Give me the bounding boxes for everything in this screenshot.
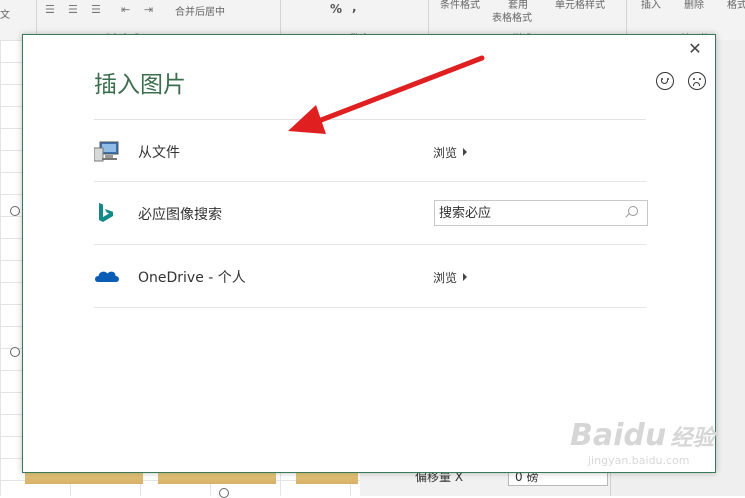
watermark-url: jingyan.baidu.com bbox=[588, 454, 690, 467]
computer-icon bbox=[94, 141, 119, 162]
row-label-onedrive: OneDrive - 个人 bbox=[138, 270, 246, 286]
row-bing-search: 必应图像搜索 bbox=[94, 181, 648, 244]
insert-button[interactable]: 插入 bbox=[641, 0, 661, 11]
format-button[interactable]: 格式 bbox=[727, 0, 745, 11]
chevron-right-icon bbox=[463, 148, 468, 156]
resize-handle[interactable] bbox=[10, 347, 20, 357]
row-onedrive[interactable]: OneDrive - 个人 浏览 bbox=[94, 244, 646, 308]
browse-label: 浏览 bbox=[433, 271, 458, 285]
search-icon[interactable] bbox=[628, 206, 638, 216]
align-right-icon[interactable]: ☰ bbox=[91, 3, 107, 16]
bing-search-box[interactable] bbox=[434, 200, 648, 226]
apply-table-format-line2[interactable]: 表格格式 bbox=[492, 9, 532, 24]
bing-icon bbox=[99, 203, 113, 222]
align-center-icon[interactable]: ☰ bbox=[68, 3, 84, 16]
watermark-sub: 经验 bbox=[670, 426, 715, 451]
merge-center-button[interactable]: 合并后居中 bbox=[175, 3, 225, 18]
row-from-file[interactable]: 从文件 浏览 bbox=[94, 119, 646, 182]
percent-button[interactable]: % bbox=[330, 2, 342, 16]
comma-button[interactable]: , bbox=[352, 0, 357, 14]
conditional-format-button[interactable]: 条件格式 bbox=[440, 0, 480, 11]
row-label-bing: 必应图像搜索 bbox=[138, 207, 222, 223]
picture-strip bbox=[25, 472, 143, 484]
picture-strip bbox=[296, 472, 358, 484]
chevron-right-icon bbox=[463, 273, 468, 281]
resize-handle[interactable] bbox=[10, 206, 20, 216]
onedrive-cloud-icon bbox=[95, 271, 119, 282]
ribbon-wen: 文 bbox=[0, 10, 10, 21]
close-button[interactable]: ✕ bbox=[687, 41, 703, 57]
increase-indent-icon[interactable]: ⇥ bbox=[144, 3, 160, 16]
browse-label: 浏览 bbox=[433, 146, 458, 160]
dialog-title: 插入图片 bbox=[94, 72, 186, 98]
delete-button[interactable]: 删除 bbox=[684, 0, 704, 11]
resize-handle[interactable] bbox=[219, 488, 229, 498]
frown-feedback-icon[interactable] bbox=[688, 72, 706, 90]
browse-button-onedrive[interactable]: 浏览 bbox=[433, 269, 468, 286]
bing-search-input[interactable] bbox=[435, 201, 633, 225]
watermark-brand: Baidu bbox=[570, 418, 667, 453]
cell-styles-button[interactable]: 单元格样式 bbox=[555, 0, 605, 11]
baidu-watermark: Baidu 经验 jingyan.baidu.com bbox=[570, 418, 714, 468]
picture-strip bbox=[158, 472, 276, 484]
row-label-from-file: 从文件 bbox=[138, 145, 180, 161]
smile-feedback-icon[interactable] bbox=[656, 72, 674, 90]
decrease-indent-icon[interactable]: ⇤ bbox=[121, 3, 137, 16]
align-left-icon[interactable]: ☰ bbox=[45, 3, 61, 16]
insert-picture-dialog: ✕ 插入图片 从文件 浏览 必应图像搜索 OneDrive - 个人 浏览 bbox=[22, 34, 716, 473]
browse-button-from-file[interactable]: 浏览 bbox=[433, 144, 468, 161]
